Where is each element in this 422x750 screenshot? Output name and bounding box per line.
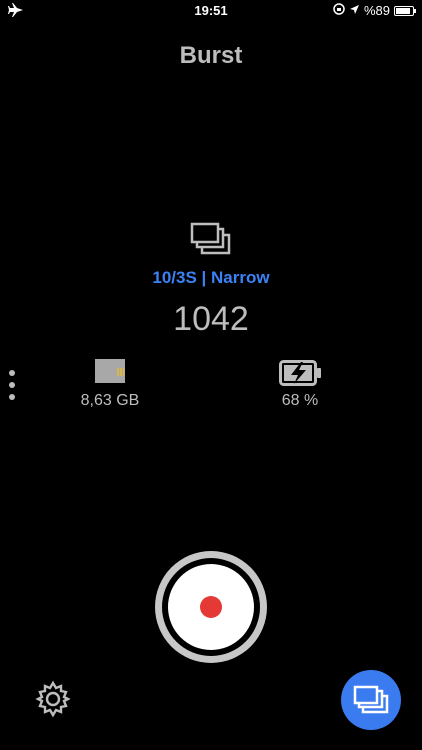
status-bar: 19:51 %89 bbox=[0, 0, 422, 22]
location-arrow-icon bbox=[349, 3, 360, 18]
mode-label[interactable]: 10/3S | Narrow bbox=[0, 268, 422, 288]
sd-card-icon bbox=[94, 358, 126, 384]
battery-charging-icon bbox=[279, 360, 323, 386]
status-right: %89 bbox=[333, 3, 416, 18]
burst-icon bbox=[353, 685, 389, 714]
record-icon bbox=[200, 596, 222, 618]
storage-value: 8,63 GB bbox=[80, 392, 140, 409]
battery-value: 68 % bbox=[281, 392, 319, 409]
orientation-lock-icon bbox=[333, 3, 345, 18]
shot-count: 1042 bbox=[173, 300, 249, 338]
battery-percent: %89 bbox=[363, 3, 390, 18]
more-vertical-icon[interactable] bbox=[6, 370, 18, 400]
record-button[interactable] bbox=[155, 551, 267, 663]
battery-icon bbox=[394, 5, 416, 16]
record-ring bbox=[162, 558, 260, 656]
burst-icon bbox=[190, 222, 232, 256]
record-inner bbox=[168, 564, 254, 650]
gear-icon[interactable] bbox=[34, 680, 72, 718]
page-title: Burst bbox=[179, 42, 243, 69]
mode-button[interactable] bbox=[341, 670, 401, 730]
